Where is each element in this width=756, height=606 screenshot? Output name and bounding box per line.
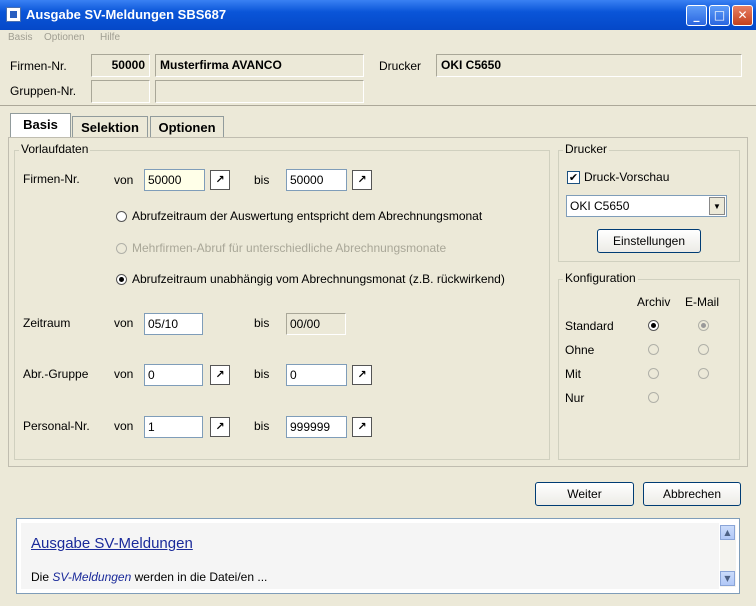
- abr-gruppe-label: Abr.-Gruppe: [23, 367, 89, 381]
- firmen-bis-lookup-icon[interactable]: ↗: [352, 170, 372, 190]
- gruppen-name-field: [155, 80, 364, 103]
- radio-unabhaengig-label: Abrufzeitraum unabhängig vom Abrechnungs…: [132, 272, 505, 286]
- help-text: Die SV-Meldungen werden in die Datei/en …: [31, 570, 267, 584]
- mit-email-radio: [698, 368, 709, 379]
- firmen-von-lookup-icon[interactable]: ↗: [210, 170, 230, 190]
- ohne-email-radio: [698, 344, 709, 355]
- abr-gruppe-bis-input[interactable]: 0: [286, 364, 347, 386]
- radio-mehrfirmen: [116, 243, 127, 254]
- tab-selektion[interactable]: Selektion: [72, 116, 148, 138]
- drucker-field: OKI C5650: [436, 54, 742, 77]
- tab-optionen[interactable]: Optionen: [150, 116, 224, 138]
- gruppen-nr-field: [91, 80, 150, 103]
- zeitraum-von-label: von: [114, 316, 134, 330]
- zeitraum-bis-label: bis: [254, 316, 270, 330]
- vl-firmen-label: Firmen-Nr.: [23, 172, 80, 186]
- abr-gruppe-von-lookup-icon[interactable]: ↗: [210, 365, 230, 385]
- minimize-button[interactable]: _: [686, 5, 707, 26]
- konfiguration-title: Konfiguration: [563, 271, 638, 285]
- vorlaufdaten-title: Vorlaufdaten: [19, 142, 91, 156]
- zeitraum-von-input[interactable]: 05/10: [144, 313, 203, 335]
- personal-von-lookup-icon[interactable]: ↗: [210, 417, 230, 437]
- konfig-row-label: Standard: [565, 319, 614, 333]
- col-archiv-label: Archiv: [637, 295, 671, 309]
- menu-hilfe[interactable]: Hilfe: [100, 32, 120, 43]
- mit-archiv-radio: [648, 368, 659, 379]
- nur-archiv-radio: [648, 392, 659, 403]
- firmen-name-field: Musterfirma AVANCO: [155, 54, 364, 77]
- window-title: Ausgabe SV-Meldungen SBS687: [26, 7, 227, 22]
- weiter-button[interactable]: Weiter: [535, 482, 634, 506]
- druck-vorschau-label: Druck-Vorschau: [584, 170, 670, 184]
- konfig-row-label: Mit: [565, 367, 581, 381]
- maximize-button[interactable]: □: [709, 5, 730, 26]
- vl-firmen-von-label: von: [114, 173, 134, 187]
- abr-gruppe-bis-lookup-icon[interactable]: ↗: [352, 365, 372, 385]
- separator: [0, 105, 756, 106]
- menu-optionen[interactable]: Optionen: [44, 32, 85, 43]
- gruppen-nr-label: Gruppen-Nr.: [10, 84, 77, 98]
- personal-von-label: von: [114, 419, 134, 433]
- printer-select-value: OKI C5650: [570, 199, 630, 213]
- abr-gruppe-von-label: von: [114, 367, 134, 381]
- personal-bis-label: bis: [254, 419, 270, 433]
- title-bar[interactable]: Ausgabe SV-Meldungen SBS687 _ □ ✕: [0, 0, 756, 30]
- personal-nr-label: Personal-Nr.: [23, 419, 90, 433]
- konfig-row-label: Ohne: [565, 343, 595, 357]
- tab-basis[interactable]: Basis: [10, 113, 71, 138]
- close-button[interactable]: ✕: [732, 5, 753, 26]
- help-text-em: SV-Meldungen: [52, 570, 132, 584]
- abr-gruppe-von-input[interactable]: 0: [144, 364, 203, 386]
- standard-archiv-radio[interactable]: [648, 320, 659, 331]
- firmen-von-input[interactable]: 50000: [144, 169, 205, 191]
- radio-abrechnungsmonat[interactable]: [116, 211, 127, 222]
- help-text-prefix: Die: [31, 570, 53, 584]
- personal-bis-input[interactable]: 999999: [286, 416, 347, 438]
- ohne-archiv-radio: [648, 344, 659, 355]
- radio-mehrfirmen-label: Mehrfirmen-Abruf für unterschiedliche Ab…: [132, 241, 447, 255]
- abr-gruppe-bis-label: bis: [254, 367, 270, 381]
- radio-unabhaengig[interactable]: [116, 274, 127, 285]
- druck-vorschau-checkbox[interactable]: ✔: [567, 171, 580, 184]
- firmen-nr-field: 50000: [91, 54, 150, 77]
- vorlaufdaten-group: [14, 150, 550, 460]
- col-email-label: E-Mail: [685, 295, 720, 309]
- help-text-suffix: werden in die Datei/en ...: [131, 570, 268, 584]
- printer-select[interactable]: OKI C5650 ▼: [566, 195, 727, 217]
- standard-email-radio: [698, 320, 709, 331]
- drucker-label: Drucker: [379, 59, 422, 73]
- scroll-down-icon[interactable]: ▼: [720, 571, 735, 586]
- menu-bar: Basis Optionen Hilfe: [0, 30, 756, 46]
- help-title-link[interactable]: Ausgabe SV-Meldungen: [31, 535, 193, 552]
- help-scrollbar[interactable]: ▲ ▼: [720, 525, 736, 587]
- drucker-group-title: Drucker: [563, 142, 610, 156]
- zeitraum-label: Zeitraum: [23, 316, 71, 330]
- app-icon: [6, 7, 21, 22]
- einstellungen-button[interactable]: Einstellungen: [597, 229, 701, 253]
- zeitraum-bis-input: 00/00: [286, 313, 346, 335]
- menu-basis[interactable]: Basis: [8, 32, 32, 43]
- firmen-nr-label: Firmen-Nr.: [10, 59, 67, 73]
- personal-bis-lookup-icon[interactable]: ↗: [352, 417, 372, 437]
- radio-abrechnungsmonat-label: Abrufzeitraum der Auswertung entspricht …: [132, 209, 483, 223]
- help-content: Ausgabe SV-Meldungen Die SV-Meldungen we…: [21, 523, 719, 589]
- chevron-down-icon[interactable]: ▼: [709, 197, 725, 215]
- konfig-row-label: Nur: [565, 391, 585, 405]
- vl-firmen-bis-label: bis: [254, 173, 270, 187]
- scroll-up-icon[interactable]: ▲: [720, 525, 735, 540]
- abbrechen-button[interactable]: Abbrechen: [643, 482, 741, 506]
- firmen-bis-input[interactable]: 50000: [286, 169, 347, 191]
- personal-von-input[interactable]: 1: [144, 416, 203, 438]
